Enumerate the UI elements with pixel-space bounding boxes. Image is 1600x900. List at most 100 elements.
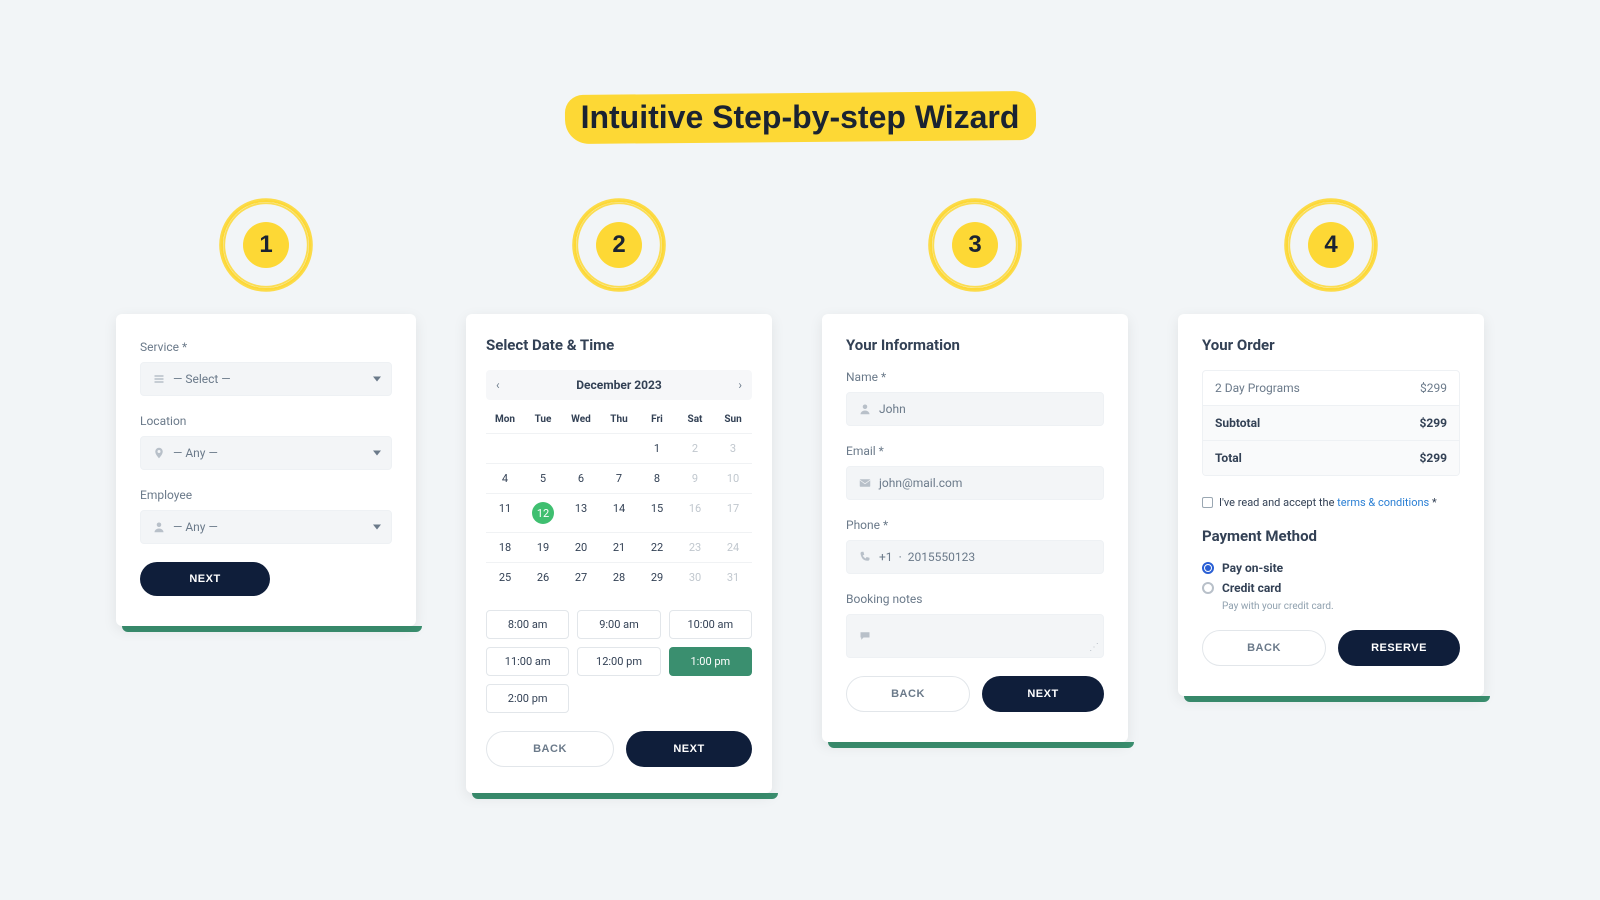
calendar-dow: Sat	[676, 406, 714, 433]
calendar-day[interactable]: 16	[676, 493, 714, 532]
calendar-day[interactable]: 25	[486, 562, 524, 592]
calendar-day[interactable]: 9	[676, 463, 714, 493]
email-label: Email *	[846, 444, 1104, 458]
time-slot[interactable]: 9:00 am	[577, 610, 660, 639]
calendar-dow: Fri	[638, 406, 676, 433]
notes-textarea[interactable]: ⋰	[846, 614, 1104, 658]
back-button[interactable]: BACK	[1202, 630, 1326, 666]
mail-icon	[859, 477, 871, 489]
calendar-day[interactable]: 5	[524, 463, 562, 493]
calendar-day[interactable]: 1	[638, 433, 676, 463]
calendar-day[interactable]: 8	[638, 463, 676, 493]
back-button[interactable]: BACK	[846, 676, 970, 712]
calendar-dow: Mon	[486, 406, 524, 433]
calendar-day[interactable]: 3	[714, 433, 752, 463]
step-badge-3: 3	[930, 200, 1020, 290]
notes-label: Booking notes	[846, 592, 1104, 606]
calendar-dow: Tue	[524, 406, 562, 433]
time-slot[interactable]: 2:00 pm	[486, 684, 569, 713]
chevron-down-icon	[373, 377, 381, 382]
chat-icon	[859, 630, 871, 642]
service-label: Service *	[140, 340, 392, 354]
name-label: Name *	[846, 370, 1104, 384]
checkbox-icon[interactable]	[1202, 497, 1213, 508]
card-datetime: Select Date & Time ‹ December 2023 › Mon…	[466, 314, 772, 793]
terms-checkbox-row[interactable]: I've read and accept the terms & conditi…	[1202, 496, 1460, 509]
radio-icon[interactable]	[1202, 582, 1214, 594]
radio-pay-onsite[interactable]: Pay on-site	[1202, 561, 1460, 575]
calendar-day[interactable]: 11	[486, 493, 524, 532]
calendar-dow: Thu	[600, 406, 638, 433]
time-slot[interactable]: 10:00 am	[669, 610, 752, 639]
reserve-button[interactable]: RESERVE	[1338, 630, 1460, 666]
employee-select[interactable]: — Any —	[140, 510, 392, 544]
radio-icon[interactable]	[1202, 562, 1214, 574]
calendar-day[interactable]: 21	[600, 532, 638, 562]
calendar-day[interactable]: 22	[638, 532, 676, 562]
order-item-price: $299	[1420, 381, 1447, 395]
service-select[interactable]: — Select —	[140, 362, 392, 396]
subtotal-price: $299	[1419, 416, 1447, 430]
calendar-day[interactable]: 17	[714, 493, 752, 532]
card-info: Your Information Name * John Email * joh…	[822, 314, 1128, 742]
order-heading: Your Order	[1202, 336, 1460, 354]
order-summary: 2 Day Programs $299 Subtotal $299 Total …	[1202, 370, 1460, 476]
step-badge-1: 1	[221, 200, 311, 290]
time-slot[interactable]: 8:00 am	[486, 610, 569, 639]
back-button[interactable]: BACK	[486, 731, 614, 767]
order-item-name: 2 Day Programs	[1215, 381, 1300, 395]
time-slot[interactable]: 1:00 pm	[669, 647, 752, 676]
calendar-day[interactable]: 23	[676, 532, 714, 562]
phone-input[interactable]: +1·2015550123	[846, 540, 1104, 574]
time-slot[interactable]: 12:00 pm	[577, 647, 660, 676]
step-badge-2: 2	[574, 200, 664, 290]
calendar-day[interactable]: 27	[562, 562, 600, 592]
user-icon	[859, 403, 871, 415]
credit-card-hint: Pay with your credit card.	[1222, 601, 1460, 612]
time-slot[interactable]: 11:00 am	[486, 647, 569, 676]
prev-month-button[interactable]: ‹	[496, 378, 500, 392]
calendar-day[interactable]: 18	[486, 532, 524, 562]
calendar-day[interactable]: 14	[600, 493, 638, 532]
name-input[interactable]: John	[846, 392, 1104, 426]
employee-label: Employee	[140, 488, 392, 502]
next-button[interactable]: NEXT	[140, 562, 270, 596]
calendar-day[interactable]: 24	[714, 532, 752, 562]
calendar-day[interactable]: 20	[562, 532, 600, 562]
next-button[interactable]: NEXT	[982, 676, 1104, 712]
calendar-day[interactable]: 28	[600, 562, 638, 592]
calendar-day	[600, 433, 638, 463]
calendar-day[interactable]: 15	[638, 493, 676, 532]
card-service: Service * — Select — Location — Any — Em…	[116, 314, 416, 626]
location-label: Location	[140, 414, 392, 428]
location-select[interactable]: — Any —	[140, 436, 392, 470]
calendar-day[interactable]: 10	[714, 463, 752, 493]
total-label: Total	[1215, 451, 1242, 465]
next-month-button[interactable]: ›	[738, 378, 742, 392]
subtotal-label: Subtotal	[1215, 416, 1260, 430]
email-input[interactable]: john@mail.com	[846, 466, 1104, 500]
calendar-day[interactable]: 12	[524, 493, 562, 532]
next-button[interactable]: NEXT	[626, 731, 752, 767]
calendar-day[interactable]: 7	[600, 463, 638, 493]
calendar-day	[486, 433, 524, 463]
calendar-day[interactable]: 31	[714, 562, 752, 592]
calendar-day[interactable]: 6	[562, 463, 600, 493]
terms-link[interactable]: terms & conditions	[1337, 496, 1429, 509]
total-price: $299	[1419, 451, 1447, 465]
card-order: Your Order 2 Day Programs $299 Subtotal …	[1178, 314, 1484, 696]
calendar-month: December 2023	[576, 378, 662, 392]
pin-icon	[153, 447, 165, 459]
list-icon	[153, 373, 165, 385]
calendar-day[interactable]: 4	[486, 463, 524, 493]
calendar-day[interactable]: 29	[638, 562, 676, 592]
calendar-day[interactable]: 2	[676, 433, 714, 463]
calendar-day[interactable]: 19	[524, 532, 562, 562]
page-title: Intuitive Step-by-step Wizard	[569, 95, 1032, 140]
phone-icon	[859, 551, 871, 563]
calendar-dow: Sun	[714, 406, 752, 433]
calendar-day[interactable]: 13	[562, 493, 600, 532]
radio-credit-card[interactable]: Credit card	[1202, 581, 1460, 595]
calendar-day[interactable]: 26	[524, 562, 562, 592]
calendar-day[interactable]: 30	[676, 562, 714, 592]
